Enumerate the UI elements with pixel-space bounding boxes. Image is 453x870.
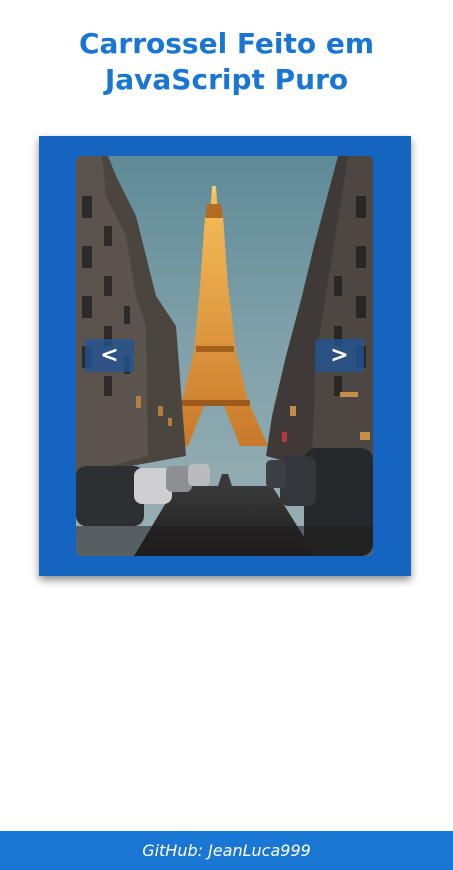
previous-slide-button[interactable]: <: [85, 339, 134, 372]
footer-github-text: GitHub: JeanLuca999: [142, 841, 311, 860]
page: Carrossel Feito em JavaScript Puro < > G…: [0, 0, 453, 870]
page-title-line-2: JavaScript Puro: [104, 63, 349, 96]
page-title-line-1: Carrossel Feito em: [78, 27, 375, 60]
page-title: Carrossel Feito em JavaScript Puro: [0, 26, 453, 98]
carousel: < >: [39, 136, 411, 576]
next-slide-button[interactable]: >: [315, 339, 364, 372]
footer: GitHub: JeanLuca999: [0, 831, 453, 870]
